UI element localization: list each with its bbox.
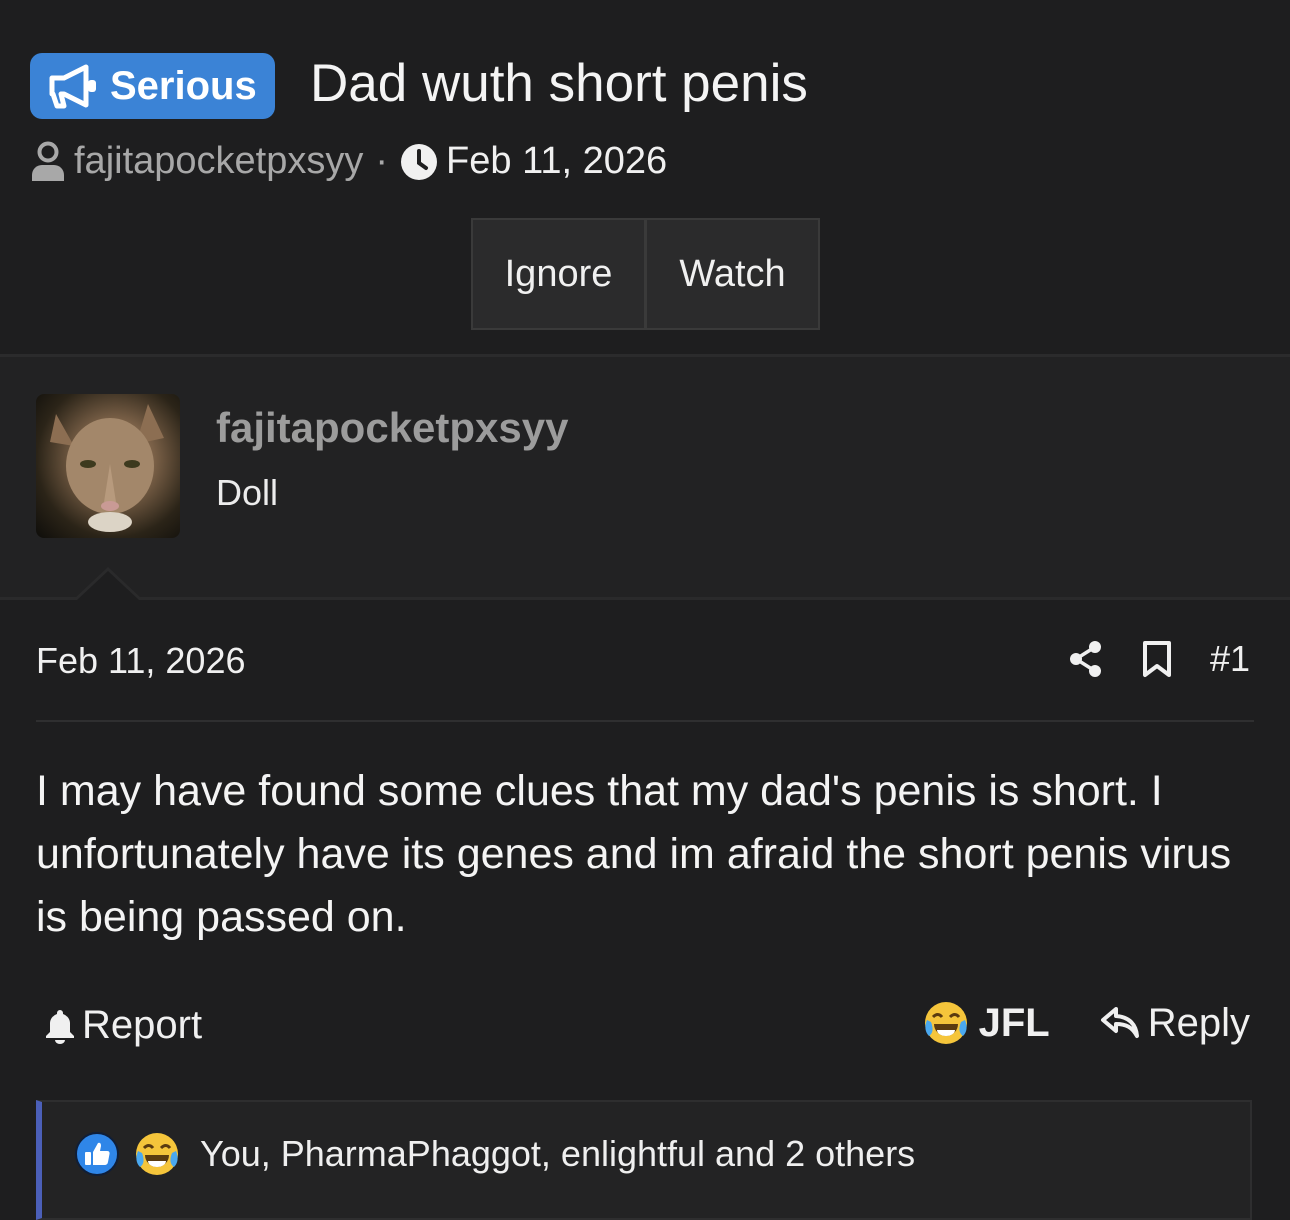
post-footer-actions: JFL Reply (923, 1000, 1250, 1046)
prefix-badge[interactable]: Serious (30, 53, 275, 119)
share-icon[interactable] (1068, 640, 1104, 678)
watch-button[interactable]: Watch (647, 220, 818, 328)
thread-author-link[interactable]: fajitapocketpxsyy (74, 140, 363, 183)
user-icon (32, 141, 64, 181)
reply-arrow-icon (1100, 1007, 1139, 1038)
post-number-link[interactable]: #1 (1210, 638, 1250, 680)
user-title: Doll (216, 472, 279, 513)
post-body: I may have found some clues that my dad'… (36, 767, 1232, 941)
meta-separator: · (375, 140, 389, 182)
thread-title: Dad wuth short penis (310, 54, 808, 113)
post-username[interactable]: fajitapocketpxsyy (216, 404, 569, 452)
thread-action-buttons: Ignore Watch (471, 218, 820, 330)
clock-icon (401, 143, 438, 180)
avatar[interactable] (36, 394, 180, 538)
user-panel-divider (0, 597, 1290, 600)
react-button[interactable]: JFL (923, 1000, 1050, 1046)
reply-label: Reply (1147, 1000, 1250, 1045)
post-divider (36, 720, 1254, 722)
reactions-summary[interactable]: You, PharmaPhaggot, enlightful and 2 oth… (74, 1131, 915, 1177)
reactions-text: You, PharmaPhaggot, enlightful and 2 oth… (200, 1133, 916, 1174)
laughing-crying-emoji-icon (136, 1133, 178, 1175)
post-header-actions: #1 (1068, 638, 1250, 680)
thread-date[interactable]: Feb 11, 2026 (446, 140, 667, 183)
report-label: Report (82, 1003, 203, 1047)
report-link[interactable]: Report (44, 1003, 202, 1048)
megaphone-icon (49, 64, 96, 109)
cougar-face-icon (50, 404, 164, 532)
user-info-panel (0, 357, 1290, 597)
prefix-label: Serious (110, 63, 257, 108)
ignore-button[interactable]: Ignore (473, 220, 647, 328)
bookmark-icon[interactable] (1142, 640, 1172, 678)
user-panel-pointer-inner (77, 571, 139, 600)
laughing-crying-emoji-icon (924, 1002, 967, 1044)
react-label: JFL (978, 1000, 1050, 1045)
thread-meta: fajitapocketpxsyy · Feb 11, 2026 (30, 140, 667, 183)
reply-button[interactable]: Reply (1100, 1001, 1250, 1046)
bell-icon (46, 1009, 74, 1044)
post-date[interactable]: Feb 11, 2026 (36, 640, 246, 682)
thumbs-up-icon (75, 1132, 119, 1176)
